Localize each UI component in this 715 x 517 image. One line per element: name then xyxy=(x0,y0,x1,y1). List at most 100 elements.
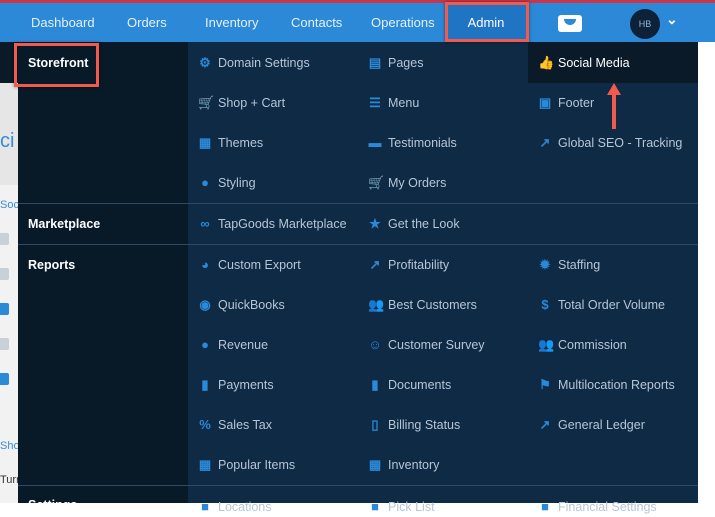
section-column xyxy=(18,42,188,503)
checkbox[interactable] xyxy=(0,338,9,350)
menu-item-total-order-volume[interactable]: $ Total Order Volume xyxy=(538,295,665,315)
menu-item-inventory[interactable]: ▦ Inventory xyxy=(368,455,440,475)
nav-inventory[interactable]: Inventory xyxy=(205,3,258,42)
annotation-box-admin xyxy=(445,2,529,42)
menu-item-staffing[interactable]: ✹ Staffing xyxy=(538,255,601,275)
money-bag-icon: ● xyxy=(201,337,209,352)
menu-item-label: General Ledger xyxy=(558,418,645,432)
menu-item-footer[interactable]: ▣ Footer xyxy=(538,93,594,113)
item-icon: ■ xyxy=(371,499,379,514)
menu-item-label: Inventory xyxy=(388,458,440,472)
flag-icon: ⚑ xyxy=(539,377,551,392)
menu-item-payments[interactable]: ▮ Payments xyxy=(198,375,273,395)
menu-item-best-customers[interactable]: 👥 Best Customers xyxy=(368,295,477,315)
menu-item-label: Domain Settings xyxy=(218,56,310,70)
menu-item-label: Styling xyxy=(218,176,256,190)
menu-item-locations[interactable]: ■ Locations xyxy=(198,497,271,517)
section-marketplace[interactable]: Marketplace xyxy=(28,217,100,231)
background-tab[interactable]: Soc xyxy=(0,199,19,211)
menu-item-label: Social Media xyxy=(558,56,630,70)
nav-operations[interactable]: Operations xyxy=(371,3,435,42)
menu-item-documents[interactable]: ▮ Documents xyxy=(368,375,451,395)
checkbox[interactable] xyxy=(0,233,9,245)
menu-item-label: Staffing xyxy=(558,258,601,272)
grid-icon: ▦ xyxy=(368,457,382,472)
menu-item-label: Shop + Cart xyxy=(218,96,286,110)
menu-icon: ☰ xyxy=(369,95,381,110)
cart-icon: 🛒 xyxy=(198,95,215,110)
menu-item-commission[interactable]: 👥 Commission xyxy=(538,335,627,355)
nav-contacts[interactable]: Contacts xyxy=(291,3,342,42)
section-settings[interactable]: Settings xyxy=(28,498,77,512)
menu-item-revenue[interactable]: ● Revenue xyxy=(198,335,268,355)
smile-icon: ☺ xyxy=(368,337,382,352)
section-reports[interactable]: Reports xyxy=(28,258,75,272)
menu-item-label: Pages xyxy=(388,56,424,70)
menu-item-social-media[interactable]: 👍 Social Media xyxy=(538,53,630,73)
thumbs-up-icon: 👍 xyxy=(538,55,555,70)
menu-item-domain-settings[interactable]: ⚙ Domain Settings xyxy=(198,53,310,73)
tag-icon: ▮ xyxy=(201,377,209,392)
menu-item-sales-tax[interactable]: % Sales Tax xyxy=(198,415,272,435)
inbox-icon[interactable] xyxy=(558,15,582,32)
menu-item-label: Revenue xyxy=(218,338,269,352)
comment-icon: ▬ xyxy=(368,135,382,150)
menu-item-menu[interactable]: ☰ Menu xyxy=(368,93,419,113)
menu-item-tapgoods-marketplace[interactable]: ∞ TapGoods Marketplace xyxy=(198,214,347,234)
menu-item-label: Themes xyxy=(218,136,264,150)
menu-item-general-ledger[interactable]: ↗ General Ledger xyxy=(538,415,645,435)
pages-icon: ▤ xyxy=(368,55,382,70)
menu-item-label: Global SEO - Tracking xyxy=(558,136,683,150)
divider xyxy=(18,485,698,486)
annotation-box-storefront xyxy=(14,43,99,87)
checkbox[interactable] xyxy=(0,303,9,315)
menu-item-label: TapGoods Marketplace xyxy=(218,217,347,231)
menu-item-my-orders[interactable]: 🛒 My Orders xyxy=(368,173,446,193)
menu-item-pages[interactable]: ▤ Pages xyxy=(368,53,424,73)
menu-item-custom-export[interactable]: ◕ Custom Export xyxy=(198,255,301,275)
menu-item-pick-list[interactable]: ■ Pick List xyxy=(368,497,434,517)
admin-dropdown-menu: Storefront Marketplace Reports Settings … xyxy=(18,42,698,514)
menu-item-popular-items[interactable]: ▦ Popular Items xyxy=(198,455,295,475)
menu-item-themes[interactable]: ▦ Themes xyxy=(198,133,263,153)
checkbox[interactable] xyxy=(0,373,9,385)
menu-item-customer-survey[interactable]: ☺ Customer Survey xyxy=(368,335,485,355)
percent-icon: % xyxy=(199,417,211,432)
menu-item-billing-status[interactable]: ▯ Billing Status xyxy=(368,415,460,435)
users-icon: 👥 xyxy=(368,297,385,312)
checkbox[interactable] xyxy=(0,268,9,280)
menu-item-label: Documents xyxy=(388,378,452,392)
nav-dashboard[interactable]: Dashboard xyxy=(31,3,95,42)
menu-item-testimonials[interactable]: ▬ Testimonials xyxy=(368,133,457,153)
annotation-arrow xyxy=(607,83,621,129)
menu-item-label: Menu xyxy=(388,96,420,110)
menu-item-profitability[interactable]: ↗ Profitability xyxy=(368,255,450,275)
menu-item-get-the-look[interactable]: ★ Get the Look xyxy=(368,214,459,234)
themes-icon: ▦ xyxy=(198,135,212,150)
menu-item-styling[interactable]: ● Styling xyxy=(198,173,256,193)
menu-item-multilocation-reports[interactable]: ⚑ Multilocation Reports xyxy=(538,375,675,395)
background-heading: ci xyxy=(0,130,15,152)
menu-item-label: Best Customers xyxy=(388,298,477,312)
dollar-doc-icon: $ xyxy=(541,297,549,312)
footer-icon: ▣ xyxy=(538,95,552,110)
receipt-icon: ▯ xyxy=(371,417,379,432)
avatar[interactable]: HB xyxy=(630,9,660,39)
background-tab[interactable]: Sho xyxy=(0,440,20,452)
droplet-icon: ● xyxy=(201,175,209,190)
trend-icon: ↗ xyxy=(539,417,551,432)
menu-item-label: Total Order Volume xyxy=(558,298,665,312)
menu-item-global-seo-tracking[interactable]: ↗ Global SEO - Tracking xyxy=(538,133,683,153)
nav-orders[interactable]: Orders xyxy=(127,3,167,42)
trend-icon: ↗ xyxy=(369,257,381,272)
item-icon: ■ xyxy=(541,499,549,514)
chevron-down-icon[interactable]: ⌄ xyxy=(666,11,678,28)
menu-item-quickbooks[interactable]: ◉ QuickBooks xyxy=(198,295,284,315)
menu-item-label: Customer Survey xyxy=(388,338,485,352)
menu-item-financial-settings[interactable]: ■ Financial Settings xyxy=(538,497,657,517)
top-nav: Dashboard Orders Inventory Contacts Oper… xyxy=(0,3,715,42)
menu-item-label: Profitability xyxy=(388,258,450,272)
menu-item-shop-cart[interactable]: 🛒 Shop + Cart xyxy=(198,93,285,113)
divider xyxy=(18,203,698,204)
gear-badge-icon: ✹ xyxy=(539,257,551,272)
